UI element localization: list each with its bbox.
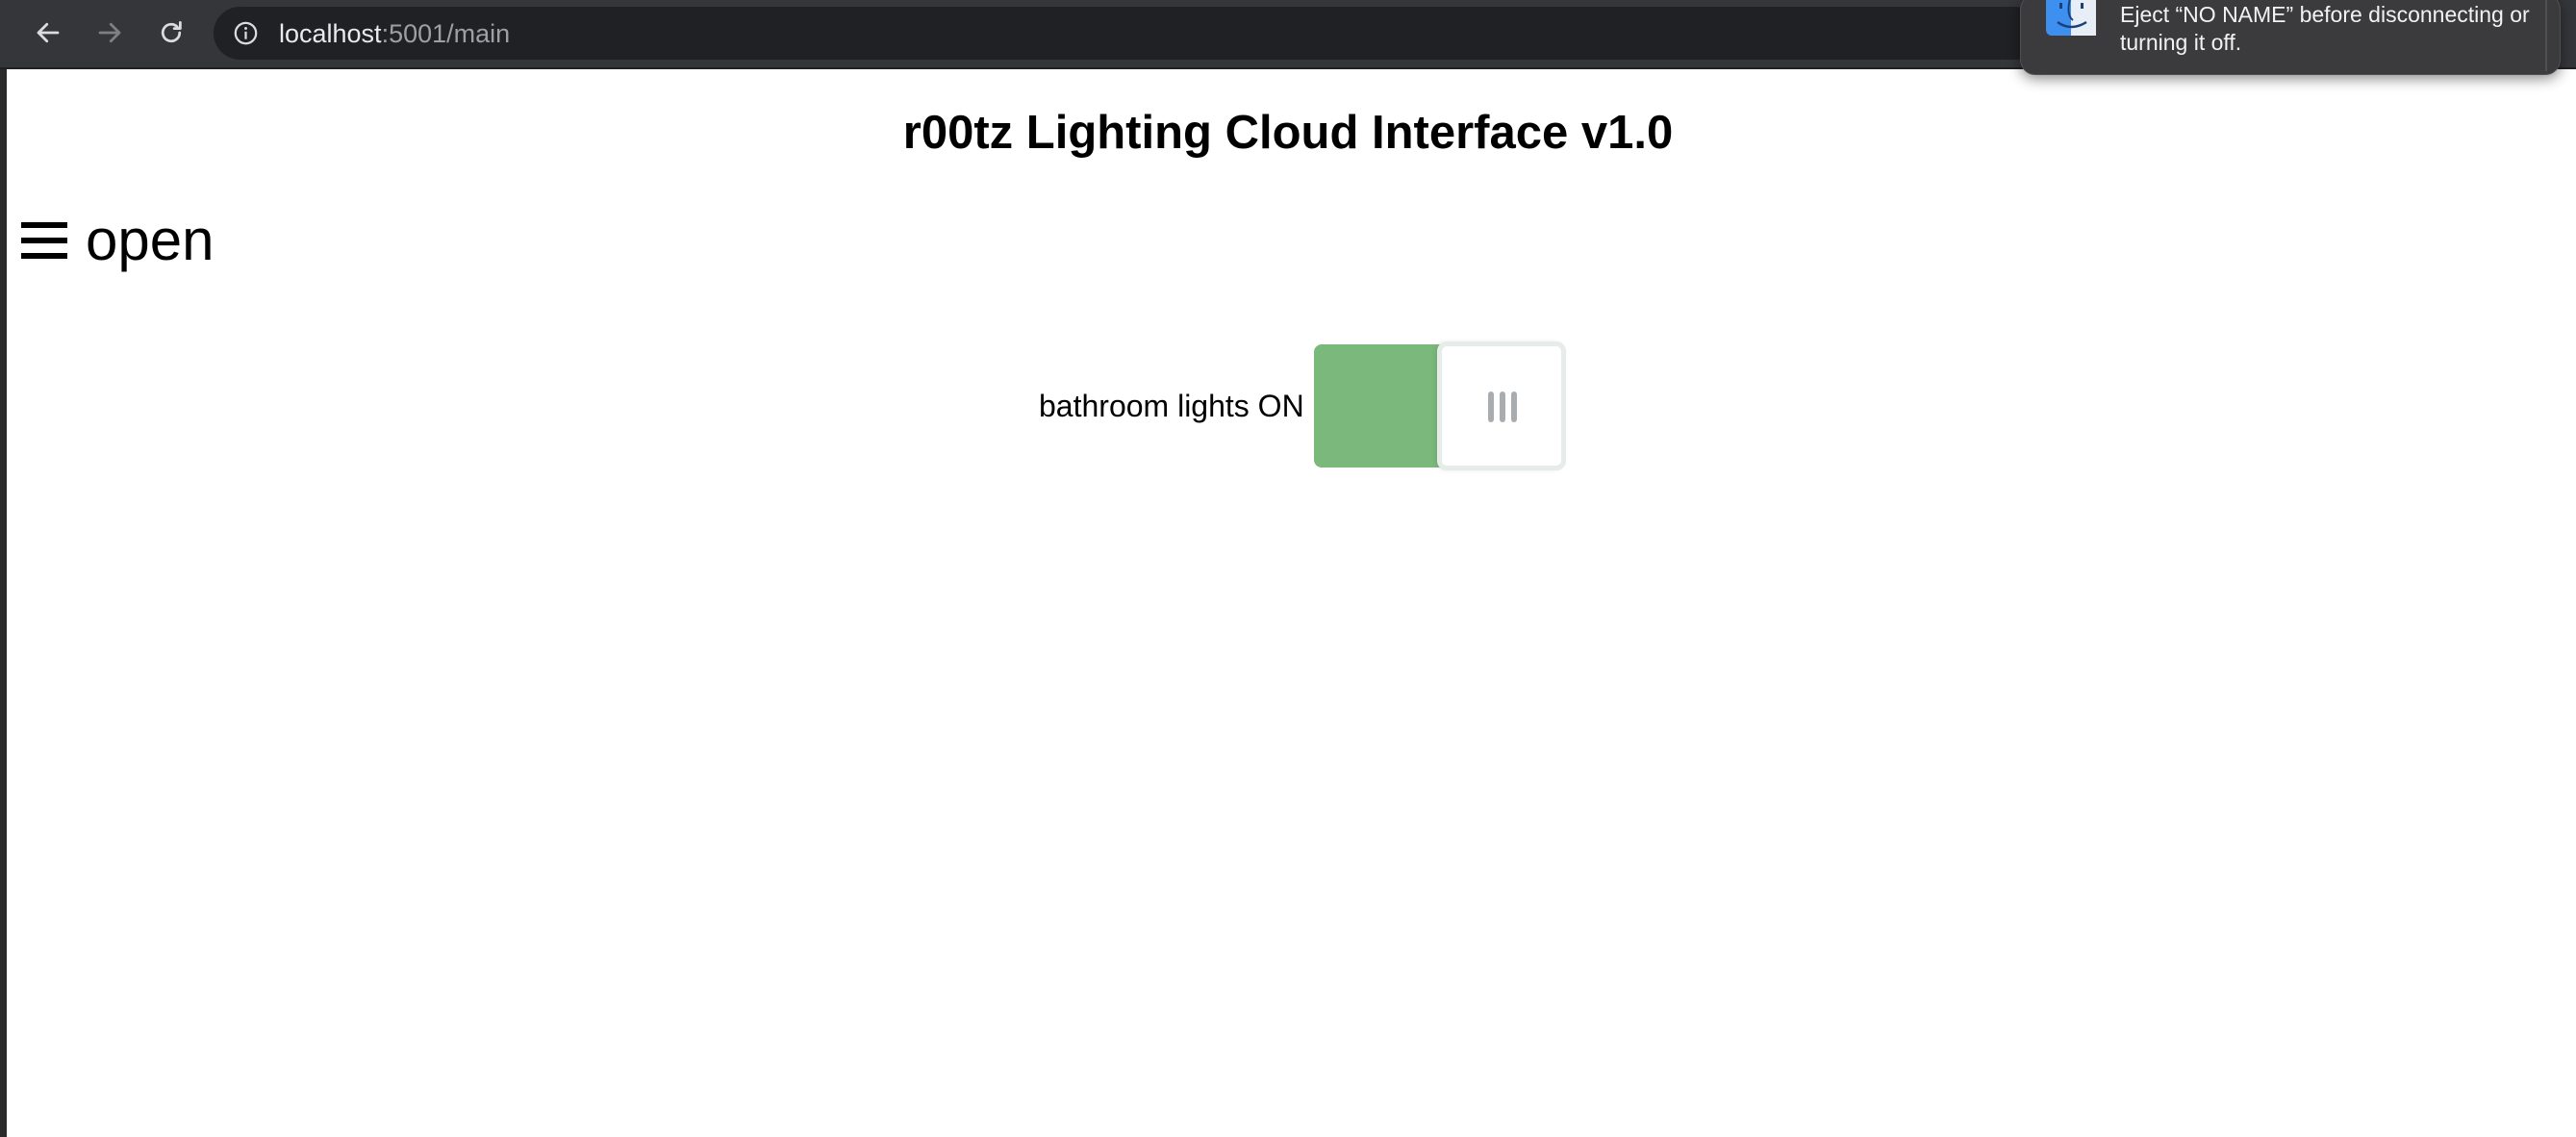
background-window-edge [0,0,7,1137]
address-bar[interactable]: localhost:5001/main [214,7,2041,60]
switch-knob[interactable] [1436,341,1566,470]
notification-message: Eject “NO NAME” before disconnecting or … [2120,2,2530,55]
arrow-left-icon [37,22,60,43]
hamburger-icon [21,222,67,259]
grip-icon [1487,392,1517,422]
bathroom-lights-toggle[interactable] [1312,341,1566,470]
finder-icon [2046,0,2096,36]
url-host: localhost [279,19,382,48]
open-menu-button[interactable]: open [21,207,214,274]
forward-button[interactable] [90,13,129,52]
arrow-right-icon [98,22,121,43]
reload-button[interactable] [152,13,190,52]
reload-icon [161,21,182,43]
open-menu-label: open [86,208,215,272]
info-icon[interactable] [233,20,259,46]
light-switch-row: bathroom lights ON [1039,341,1566,470]
switch-status-label: bathroom lights ON [1039,388,1304,423]
back-button[interactable] [29,13,67,52]
eject-notification[interactable]: Eject “NO NAME” before disconnecting or … [2020,0,2561,75]
page-title: r00tz Lighting Cloud Interface v1.0 [902,107,1674,159]
notification-divider [2545,0,2547,71]
url-text[interactable]: localhost:5001/main [279,18,510,49]
url-path: :5001/main [381,19,511,48]
